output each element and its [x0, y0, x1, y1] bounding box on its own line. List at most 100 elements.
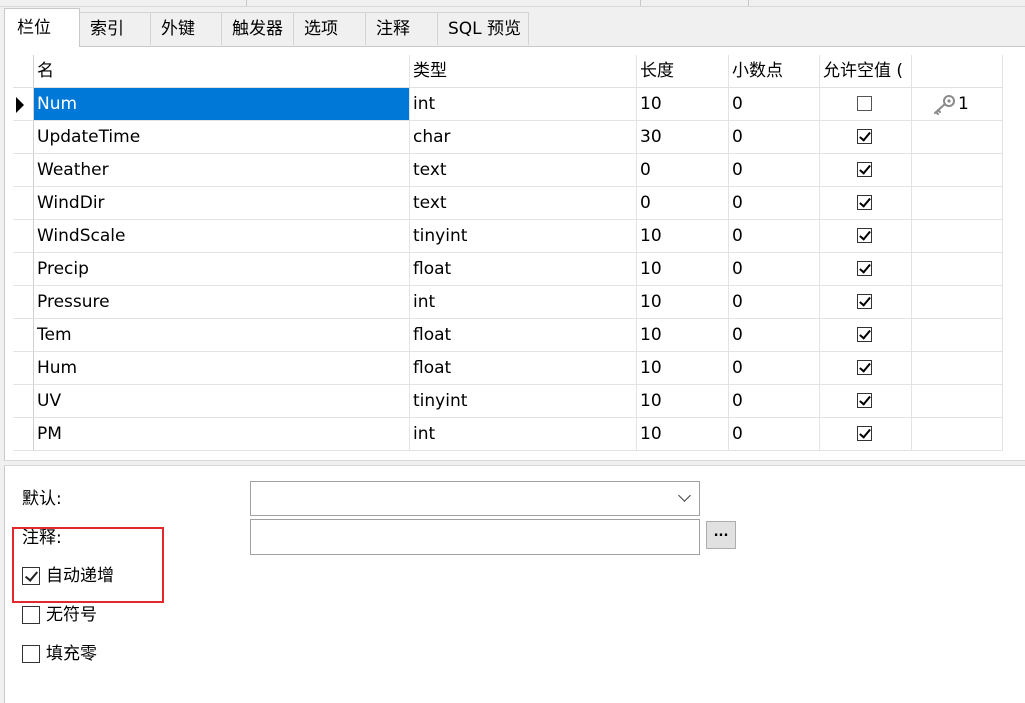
field-length-cell[interactable]: 0 — [637, 154, 729, 187]
field-name-cell[interactable]: PM — [34, 418, 410, 451]
field-nullable-cell[interactable] — [820, 154, 912, 187]
table-row[interactable]: PM int 10 0 — [13, 418, 1003, 451]
chevron-down-icon[interactable] — [678, 489, 691, 502]
grid-splitter[interactable] — [4, 460, 1025, 466]
row-indicator[interactable] — [13, 418, 34, 451]
field-length-cell[interactable]: 10 — [637, 352, 729, 385]
header-length[interactable]: 长度 — [637, 55, 729, 88]
field-decimals-cell[interactable]: 0 — [729, 319, 820, 352]
field-type-cell[interactable]: tinyint — [410, 385, 637, 418]
field-type-cell[interactable]: float — [410, 253, 637, 286]
nullable-checkbox[interactable] — [857, 261, 872, 276]
field-type-cell[interactable]: char — [410, 121, 637, 154]
nullable-checkbox[interactable] — [857, 393, 872, 408]
field-decimals-cell[interactable]: 0 — [729, 385, 820, 418]
row-indicator[interactable] — [13, 187, 34, 220]
nullable-checkbox[interactable] — [857, 129, 872, 144]
row-indicator[interactable] — [13, 352, 34, 385]
field-nullable-cell[interactable] — [820, 286, 912, 319]
header-name[interactable]: 名 — [34, 55, 410, 88]
field-decimals-cell[interactable]: 0 — [729, 187, 820, 220]
field-length-cell[interactable]: 10 — [637, 319, 729, 352]
field-length-cell[interactable]: 10 — [637, 253, 729, 286]
table-row[interactable]: Precip float 10 0 — [13, 253, 1003, 286]
row-indicator[interactable] — [13, 286, 34, 319]
row-indicator[interactable] — [13, 319, 34, 352]
field-decimals-cell[interactable]: 0 — [729, 418, 820, 451]
default-combobox[interactable] — [250, 481, 700, 516]
field-decimals-cell[interactable]: 0 — [729, 286, 820, 319]
field-name-cell[interactable]: Precip — [34, 253, 410, 286]
table-row[interactable]: Pressure int 10 0 — [13, 286, 1003, 319]
field-decimals-cell[interactable]: 0 — [729, 154, 820, 187]
row-indicator[interactable] — [13, 88, 34, 121]
tab-sql-preview[interactable]: SQL 预览 — [437, 12, 529, 45]
table-row[interactable]: WindDir text 0 0 — [13, 187, 1003, 220]
field-key-cell[interactable] — [912, 253, 1003, 286]
field-type-cell[interactable]: text — [410, 187, 637, 220]
table-row[interactable]: UpdateTime char 30 0 — [13, 121, 1003, 154]
field-length-cell[interactable]: 10 — [637, 385, 729, 418]
field-type-cell[interactable]: int — [410, 286, 637, 319]
field-key-cell[interactable] — [912, 220, 1003, 253]
tab-triggers[interactable]: 触发器 — [221, 12, 294, 45]
field-nullable-cell[interactable] — [820, 319, 912, 352]
field-decimals-cell[interactable]: 0 — [729, 220, 820, 253]
field-key-cell[interactable] — [912, 385, 1003, 418]
field-length-cell[interactable]: 10 — [637, 88, 729, 121]
field-length-cell[interactable]: 10 — [637, 418, 729, 451]
field-name-cell[interactable]: Tem — [34, 319, 410, 352]
nullable-checkbox[interactable] — [857, 195, 872, 210]
field-type-cell[interactable]: float — [410, 352, 637, 385]
field-key-cell[interactable] — [912, 352, 1003, 385]
nullable-checkbox[interactable] — [857, 360, 872, 375]
nullable-checkbox[interactable] — [857, 327, 872, 342]
field-key-cell[interactable]: 1 — [912, 88, 1003, 121]
field-key-cell[interactable] — [912, 286, 1003, 319]
field-name-cell[interactable]: UpdateTime — [34, 121, 410, 154]
tab-fields[interactable]: 栏位 — [4, 8, 80, 47]
field-length-cell[interactable]: 10 — [637, 220, 729, 253]
field-nullable-cell[interactable] — [820, 385, 912, 418]
table-row[interactable]: Weather text 0 0 — [13, 154, 1003, 187]
row-indicator[interactable] — [13, 154, 34, 187]
tab-foreign-keys[interactable]: 外键 — [150, 12, 222, 45]
field-key-cell[interactable] — [912, 418, 1003, 451]
field-name-cell[interactable]: Hum — [34, 352, 410, 385]
tab-indexes[interactable]: 索引 — [79, 12, 151, 45]
field-decimals-cell[interactable]: 0 — [729, 121, 820, 154]
field-type-cell[interactable]: int — [410, 88, 637, 121]
table-row[interactable]: UV tinyint 10 0 — [13, 385, 1003, 418]
field-key-cell[interactable] — [912, 154, 1003, 187]
field-key-cell[interactable] — [912, 319, 1003, 352]
header-nullable[interactable]: 允许空值 ( — [820, 55, 912, 88]
field-name-cell[interactable]: UV — [34, 385, 410, 418]
nullable-checkbox[interactable] — [857, 228, 872, 243]
table-row[interactable]: WindScale tinyint 10 0 — [13, 220, 1003, 253]
unsigned-checkbox[interactable] — [22, 606, 40, 624]
field-nullable-cell[interactable] — [820, 418, 912, 451]
table-row[interactable]: Num int 10 0 1 — [13, 88, 1003, 121]
row-indicator[interactable] — [13, 253, 34, 286]
row-indicator[interactable] — [13, 121, 34, 154]
field-name-cell[interactable]: Weather — [34, 154, 410, 187]
field-decimals-cell[interactable]: 0 — [729, 88, 820, 121]
comment-ellipsis-button[interactable]: ... — [706, 521, 736, 549]
field-nullable-cell[interactable] — [820, 220, 912, 253]
zerofill-checkbox[interactable] — [22, 645, 40, 663]
tab-options[interactable]: 选项 — [293, 12, 366, 45]
field-key-cell[interactable] — [912, 121, 1003, 154]
field-name-cell[interactable]: Num — [34, 88, 410, 121]
header-key[interactable] — [912, 55, 1003, 88]
comment-input[interactable] — [250, 519, 700, 555]
field-name-cell[interactable]: Pressure — [34, 286, 410, 319]
table-row[interactable]: Tem float 10 0 — [13, 319, 1003, 352]
header-decimals[interactable]: 小数点 — [729, 55, 820, 88]
field-nullable-cell[interactable] — [820, 187, 912, 220]
field-type-cell[interactable]: float — [410, 319, 637, 352]
header-type[interactable]: 类型 — [410, 55, 637, 88]
field-decimals-cell[interactable]: 0 — [729, 253, 820, 286]
field-decimals-cell[interactable]: 0 — [729, 352, 820, 385]
field-nullable-cell[interactable] — [820, 253, 912, 286]
row-indicator[interactable] — [13, 385, 34, 418]
